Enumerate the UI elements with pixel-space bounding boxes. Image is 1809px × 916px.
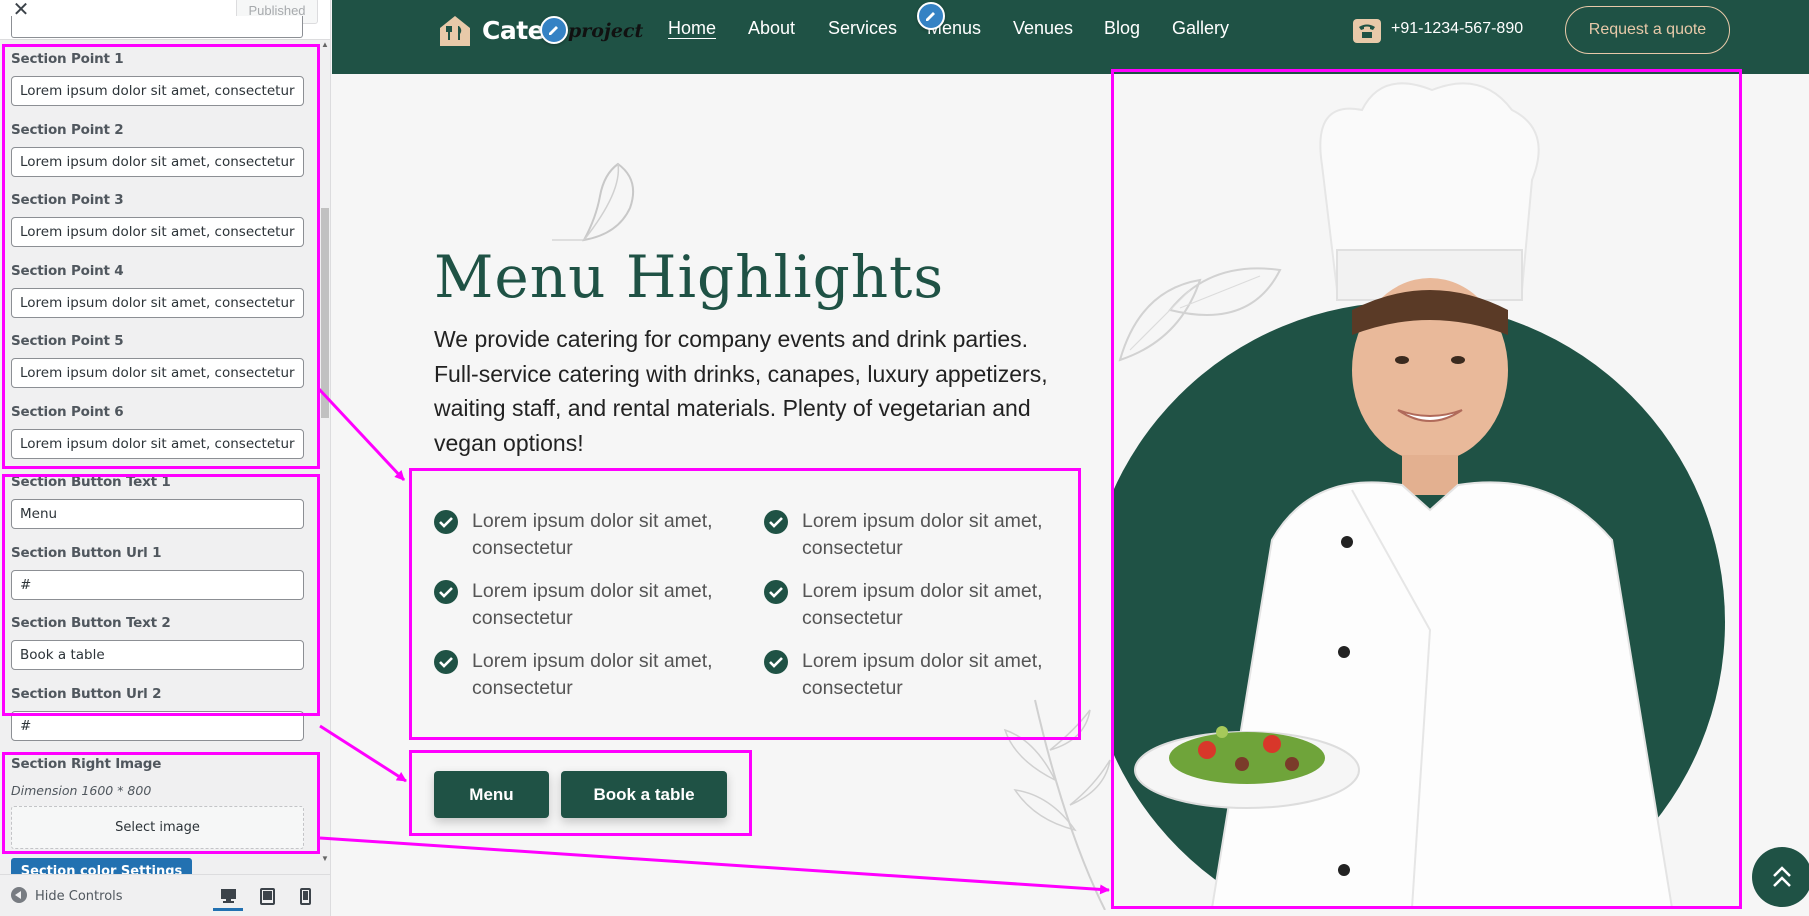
field-label-section-point-1: Section Point 1 — [11, 51, 124, 67]
scroll-down-arrow-icon[interactable]: ▼ — [320, 854, 330, 863]
panel-scroll-thumb[interactable] — [321, 208, 329, 418]
select-image-button[interactable]: Select image — [11, 806, 304, 849]
desktop-preview-button[interactable] — [213, 881, 243, 911]
section-description: We provide catering for company events a… — [434, 326, 1048, 456]
field-label-button-text-2: Section Button Text 2 — [11, 615, 171, 631]
chef-image — [1112, 70, 1740, 908]
field-input-section-point-4[interactable]: Lorem ipsum dolor sit amet, consectetur — [11, 288, 304, 318]
mobile-preview-button[interactable] — [293, 881, 323, 911]
point-text: Lorem ipsum dolor sit amet, consectetur — [472, 510, 713, 559]
chevron-up-icon — [1773, 866, 1791, 887]
field-input-button-text-2[interactable]: Book a table — [11, 640, 304, 670]
nav-about[interactable]: About — [748, 18, 795, 39]
field-label-button-url-2: Section Button Url 2 — [11, 686, 162, 702]
field-input-section-point-3[interactable]: Lorem ipsum dolor sit amet, consectetur — [11, 217, 304, 247]
request-quote-button[interactable]: Request a quote — [1565, 6, 1730, 54]
garlic-sketch-decoration — [552, 162, 634, 242]
logo-badge-icon — [440, 16, 470, 46]
mobile-icon — [300, 888, 311, 905]
field-label-section-point-3: Section Point 3 — [11, 192, 124, 208]
site-logo[interactable]: Cateri project — [438, 12, 643, 52]
nav-blog[interactable]: Blog — [1104, 18, 1140, 39]
scroll-up-arrow-icon[interactable]: ▲ — [320, 40, 330, 49]
check-icon — [764, 650, 788, 674]
panel-scrollbar[interactable]: ▲ ▼ — [320, 40, 330, 865]
tablet-icon — [260, 888, 275, 905]
logo-subtext: project — [568, 20, 644, 42]
desktop-icon — [221, 889, 236, 903]
field-input-button-url-1[interactable]: # — [11, 570, 304, 600]
point-text: Lorem ipsum dolor sit amet, consectetur — [802, 650, 1043, 699]
nav-services[interactable]: Services — [828, 18, 897, 39]
field-label-section-point-5: Section Point 5 — [11, 333, 124, 349]
field-input-section-point-6[interactable]: Lorem ipsum dolor sit amet, consectetur — [11, 429, 304, 459]
section-title: Menu Highlights — [434, 243, 945, 311]
hide-controls-button[interactable]: Hide Controls — [11, 887, 123, 904]
customizer-panel: ✕ Published Section Point 1 Lorem ipsum … — [0, 0, 331, 916]
field-label-section-point-2: Section Point 2 — [11, 122, 124, 138]
field-input-section-point-2[interactable]: Lorem ipsum dolor sit amet, consectetur — [11, 147, 304, 177]
previous-field-input[interactable] — [11, 16, 303, 38]
herb-sketch-decoration — [1003, 699, 1111, 910]
field-label-button-text-1: Section Button Text 1 — [11, 474, 171, 490]
phone-number: +91-1234-567-890 — [1391, 20, 1524, 37]
check-icon — [764, 510, 788, 534]
collapse-icon — [11, 887, 27, 903]
nav-home[interactable]: Home — [668, 18, 716, 39]
field-label-section-point-4: Section Point 4 — [11, 263, 124, 279]
phone-icon — [1353, 19, 1381, 43]
customizer-footer: Hide Controls — [0, 874, 330, 916]
book-table-button[interactable]: Book a table — [561, 771, 727, 818]
field-input-button-url-2[interactable]: # — [11, 711, 304, 741]
check-icon — [434, 580, 458, 604]
point-text: Lorem ipsum dolor sit amet, consectetur — [472, 580, 713, 629]
field-input-section-point-5[interactable]: Lorem ipsum dolor sit amet, consectetur — [11, 358, 304, 388]
hide-controls-label: Hide Controls — [35, 889, 123, 904]
tablet-preview-button[interactable] — [253, 881, 283, 911]
check-icon — [434, 650, 458, 674]
scroll-to-top-button[interactable] — [1752, 847, 1809, 907]
field-desc-dimension: Dimension 1600 * 800 — [11, 783, 152, 798]
check-icon — [764, 580, 788, 604]
point-text: Lorem ipsum dolor sit amet, consectetur — [472, 650, 713, 699]
field-label-right-image: Section Right Image — [11, 756, 162, 772]
arrow-image-to-hero — [319, 836, 1110, 895]
field-input-button-text-1[interactable]: Menu — [11, 499, 304, 529]
menu-button[interactable]: Menu — [434, 771, 549, 818]
point-text: Lorem ipsum dolor sit amet, consectetur — [802, 510, 1043, 559]
arrow-buttons-to-ctas — [319, 724, 407, 783]
nav-gallery[interactable]: Gallery — [1172, 18, 1229, 39]
edit-menu-pencil-icon[interactable] — [917, 2, 945, 30]
nav-venues[interactable]: Venues — [1013, 18, 1073, 39]
check-icon — [434, 510, 458, 534]
field-label-button-url-1: Section Button Url 1 — [11, 545, 162, 561]
field-input-section-point-1[interactable]: Lorem ipsum dolor sit amet, consectetur — [11, 76, 304, 106]
field-label-section-point-6: Section Point 6 — [11, 404, 124, 420]
point-text: Lorem ipsum dolor sit amet, consectetur — [802, 580, 1043, 629]
edit-logo-pencil-icon[interactable] — [540, 16, 568, 44]
chef-illustration — [1134, 82, 1674, 908]
customizer-header: ✕ Published — [0, 0, 330, 40]
